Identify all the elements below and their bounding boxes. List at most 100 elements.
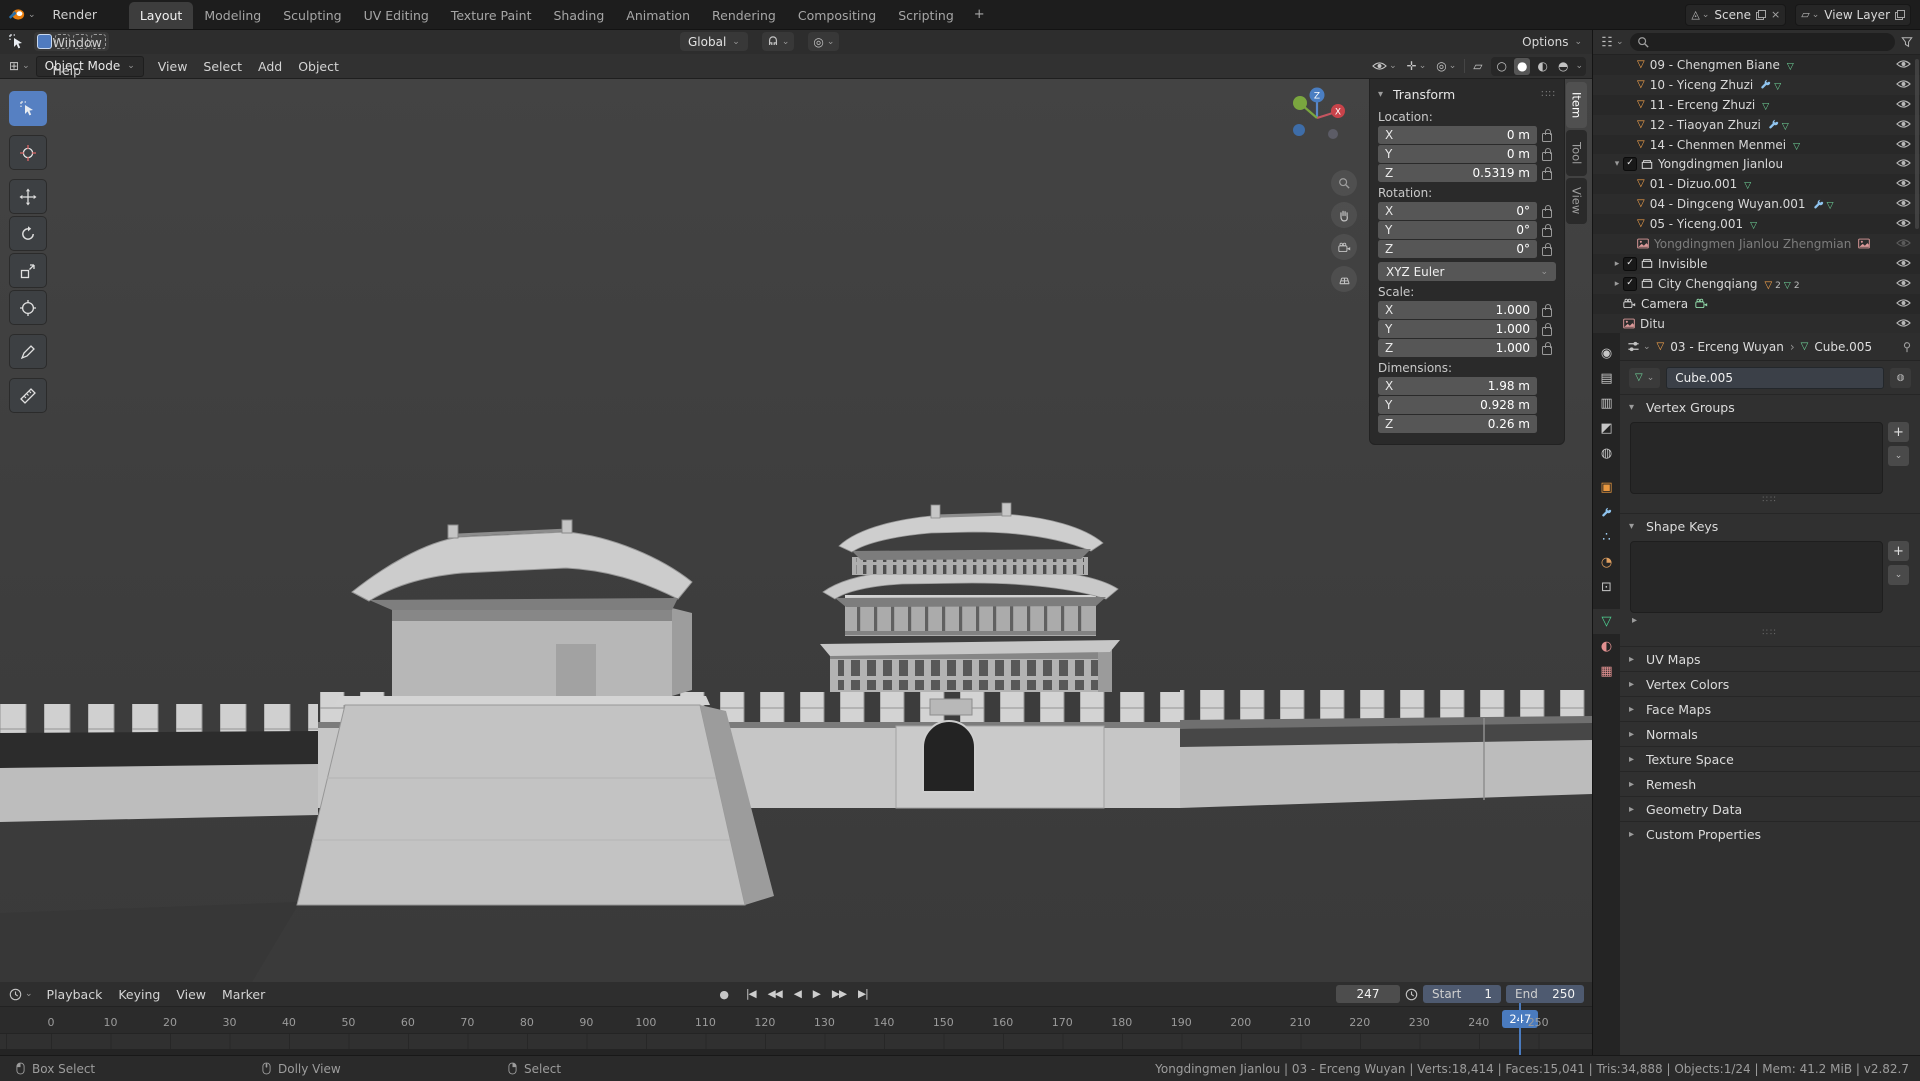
viewport-menu-view[interactable]: View xyxy=(150,59,196,74)
outliner-search[interactable] xyxy=(1630,33,1895,51)
options-dropdown[interactable]: Options ⌄ xyxy=(1522,35,1582,49)
next-keyframe-button[interactable]: ▶▶ xyxy=(827,987,851,1001)
visibility-eye-toggle[interactable] xyxy=(1896,198,1911,208)
shading-rendered-button[interactable]: ◓ xyxy=(1555,58,1571,75)
rotation-mode-dropdown[interactable]: XYZ Euler⌄ xyxy=(1378,262,1556,281)
menu-help[interactable]: Help xyxy=(44,57,111,85)
location-z-field[interactable]: Z0.5319 m xyxy=(1378,164,1537,182)
transform-panel-header[interactable]: ▾Transform∷∷ xyxy=(1378,82,1556,106)
tool-transform-button[interactable] xyxy=(9,290,47,325)
panel-header-texture-space[interactable]: ▸Texture Space xyxy=(1620,746,1920,771)
properties-tab-particles[interactable]: ∴ xyxy=(1593,525,1620,550)
playhead-line[interactable] xyxy=(1519,1003,1521,1055)
disclosure-closed-icon[interactable]: ▸ xyxy=(1611,279,1623,289)
previous-keyframe-button[interactable]: ◀◀ xyxy=(763,987,787,1001)
proportional-editing-toggle[interactable]: ◎ ⌄ xyxy=(808,32,839,51)
viewport-menu-select[interactable]: Select xyxy=(195,59,250,74)
collection-checkbox[interactable]: ✓ xyxy=(1623,257,1637,271)
shading-options-icon[interactable]: ⌄ xyxy=(1575,61,1583,71)
visibility-eye-toggle[interactable] xyxy=(1896,258,1911,268)
properties-tab-physics[interactable]: ◔ xyxy=(1593,550,1620,575)
panel-header-vertex-colors[interactable]: ▸Vertex Colors xyxy=(1620,671,1920,696)
visibility-eye-toggle[interactable] xyxy=(1896,158,1911,168)
properties-tab-modifiers[interactable] xyxy=(1593,500,1620,525)
tool-measure-button[interactable] xyxy=(9,378,47,413)
tool-select-box-button[interactable] xyxy=(9,91,47,126)
scale-y-field[interactable]: Y1.000 xyxy=(1378,320,1537,338)
overlays-dropdown[interactable]: ◎⌄ xyxy=(1434,59,1458,73)
timeline-track[interactable] xyxy=(0,1034,1592,1056)
panel-header-vertex-groups[interactable]: ▾Vertex Groups xyxy=(1620,394,1920,419)
datablock-type-chip[interactable]: ▽⌄ xyxy=(1629,368,1660,388)
transform-orientation-dropdown[interactable]: Global ⌄ xyxy=(680,32,748,51)
sidebar-tab-item[interactable]: Item xyxy=(1566,82,1587,128)
vertex-groups-specials-button[interactable]: ⌄ xyxy=(1888,446,1909,466)
blender-logo-icon[interactable]: ⌄ xyxy=(0,8,44,21)
play-reverse-button[interactable]: ◀ xyxy=(789,987,806,1001)
panel-header-normals[interactable]: ▸Normals xyxy=(1620,721,1920,746)
lock-toggle[interactable] xyxy=(1537,342,1556,355)
outliner-row[interactable]: ▸✓Invisible xyxy=(1593,254,1920,274)
visibility-eye-toggle[interactable] xyxy=(1896,139,1911,149)
viewport-3d[interactable]: Z X ▾Transform∷∷Location:X0 mY0 mZ0.5319… xyxy=(0,78,1592,982)
new-scene-icon[interactable] xyxy=(1756,10,1766,20)
workspace-tab-animation[interactable]: Animation xyxy=(615,2,701,29)
panel-header-custom-properties[interactable]: ▸Custom Properties xyxy=(1620,821,1920,846)
rotation-z-field[interactable]: Z0° xyxy=(1378,240,1537,258)
panel-header-remesh[interactable]: ▸Remesh xyxy=(1620,771,1920,796)
properties-editor-type[interactable]: ⌄ xyxy=(1627,340,1651,353)
dimensions-x-field[interactable]: X1.98 m xyxy=(1378,377,1537,395)
location-y-field[interactable]: Y0 m xyxy=(1378,145,1537,163)
properties-tab-object[interactable]: ▣ xyxy=(1593,475,1620,500)
lock-toggle[interactable] xyxy=(1537,323,1556,336)
sidebar-tab-tool[interactable]: Tool xyxy=(1566,130,1587,176)
tool-rotate-button[interactable] xyxy=(9,216,47,251)
properties-tab-output[interactable]: ▤ xyxy=(1593,366,1620,391)
dimensions-y-field[interactable]: Y0.928 m xyxy=(1378,396,1537,414)
collection-checkbox[interactable]: ✓ xyxy=(1623,277,1637,291)
viewport-menu-add[interactable]: Add xyxy=(250,59,290,74)
location-x-field[interactable]: X0 m xyxy=(1378,126,1537,144)
outliner-row[interactable]: ▽10 - Yiceng Zhuzi▽ xyxy=(1593,75,1920,95)
workspace-tab-shading[interactable]: Shading xyxy=(542,2,615,29)
viewport-menu-object[interactable]: Object xyxy=(290,59,347,74)
properties-tab-constraints[interactable]: ⊡ xyxy=(1593,575,1620,600)
lock-toggle[interactable] xyxy=(1537,205,1556,218)
shape-keys-specials-button[interactable]: ⌄ xyxy=(1888,565,1909,585)
lock-toggle[interactable] xyxy=(1537,243,1556,256)
timeline-menu-marker[interactable]: Marker xyxy=(214,987,273,1002)
timeline-editor-type[interactable]: ⌄ xyxy=(0,988,39,1001)
visibility-eye-toggle[interactable] xyxy=(1896,59,1911,69)
properties-tab-view-layer[interactable]: ▥ xyxy=(1593,391,1620,416)
breadcrumb-object[interactable]: 03 - Erceng Wuyan xyxy=(1670,340,1784,354)
properties-tab-world[interactable]: ◍ xyxy=(1593,441,1620,466)
panel-header-geometry-data[interactable]: ▸Geometry Data xyxy=(1620,796,1920,821)
use-preview-range-icon[interactable] xyxy=(1405,988,1418,1001)
dimensions-z-field[interactable]: Z0.26 m xyxy=(1378,415,1537,433)
outliner-row[interactable]: ▽04 - Dingceng Wuyan.001▽ xyxy=(1593,194,1920,214)
outliner-row[interactable]: Camera xyxy=(1593,294,1920,314)
properties-tab-scene[interactable]: ◩ xyxy=(1593,416,1620,441)
vertex-groups-list[interactable] xyxy=(1630,422,1883,494)
outliner-scrollbar[interactable] xyxy=(1915,59,1919,229)
pan-button[interactable] xyxy=(1331,202,1357,228)
workspace-tab-sculpting[interactable]: Sculpting xyxy=(272,2,352,29)
perspective-toggle-button[interactable] xyxy=(1331,266,1357,292)
timeline-menu-keying[interactable]: Keying xyxy=(110,987,168,1002)
workspace-tab-modeling[interactable]: Modeling xyxy=(193,2,272,29)
rotation-x-field[interactable]: X0° xyxy=(1378,202,1537,220)
panel-header-face-maps[interactable]: ▸Face Maps xyxy=(1620,696,1920,721)
properties-tab-material[interactable]: ◐ xyxy=(1593,634,1620,659)
visibility-eye-toggle[interactable] xyxy=(1896,298,1911,308)
collection-checkbox[interactable]: ✓ xyxy=(1623,157,1637,171)
object-visibility-dropdown[interactable]: ⌄ xyxy=(1370,61,1399,71)
visibility-eye-toggle[interactable] xyxy=(1896,99,1911,109)
timeline-ruler[interactable]: 247 010203040506070809010011012013014015… xyxy=(0,1007,1592,1034)
shape-keys-list[interactable] xyxy=(1630,541,1883,613)
workspace-tab-texture-paint[interactable]: Texture Paint xyxy=(440,2,543,29)
sidebar-tab-view[interactable]: View xyxy=(1566,178,1587,224)
lock-toggle[interactable] xyxy=(1537,224,1556,237)
navigation-gizmo[interactable]: Z X xyxy=(1285,84,1349,148)
outliner-row[interactable]: ▽01 - Dizuo.001▽ xyxy=(1593,174,1920,194)
snapping-toggle[interactable]: ⌄ xyxy=(762,32,795,51)
